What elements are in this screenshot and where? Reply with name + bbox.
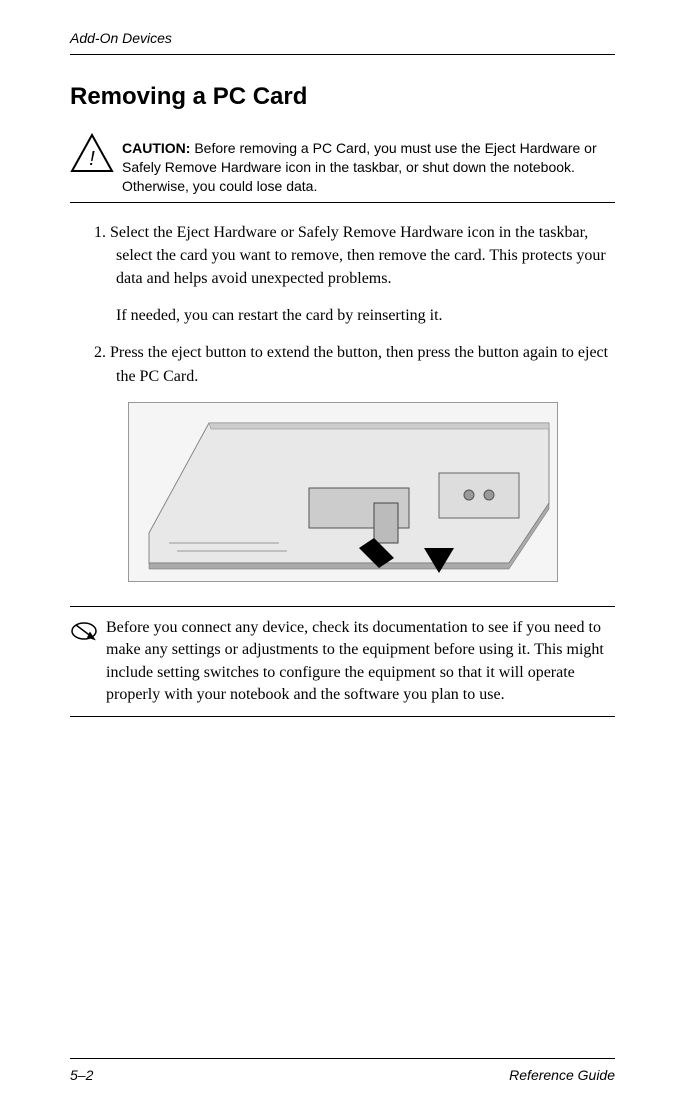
step-list: 1. Select the Eject Hardware or Safely R… [94,221,615,291]
note-text: Before you connect any device, check its… [106,617,615,707]
caution-text: CAUTION: Before removing a PC Card, you … [122,133,615,196]
caution-block: ! CAUTION: Before removing a PC Card, yo… [70,129,615,196]
step-1: 1. Select the Eject Hardware or Safely R… [94,221,615,291]
caution-label: CAUTION: [122,140,190,156]
running-header: Add-On Devices [70,30,615,46]
footer-rule [70,1058,615,1059]
step-2: 2. Press the eject button to extend the … [94,341,615,387]
doc-title: Reference Guide [509,1067,615,1083]
caution-rule [70,202,615,203]
footer: 5–2 Reference Guide [70,1058,615,1083]
caution-triangle-icon: ! [70,133,114,173]
figure-container [70,402,615,582]
step-list-continued: 2. Press the eject button to extend the … [94,341,615,387]
note-block: Before you connect any device, check its… [70,606,615,718]
caution-body: Before removing a PC Card, you must use … [122,140,597,194]
svg-text:!: ! [89,148,95,170]
page-title: Removing a PC Card [70,83,615,111]
page-number: 5–2 [70,1067,93,1083]
pencil-note-icon [70,619,100,641]
step-1-note: If needed, you can restart the card by r… [70,304,615,327]
eject-pc-card-figure [128,402,558,582]
header-rule [70,54,615,55]
